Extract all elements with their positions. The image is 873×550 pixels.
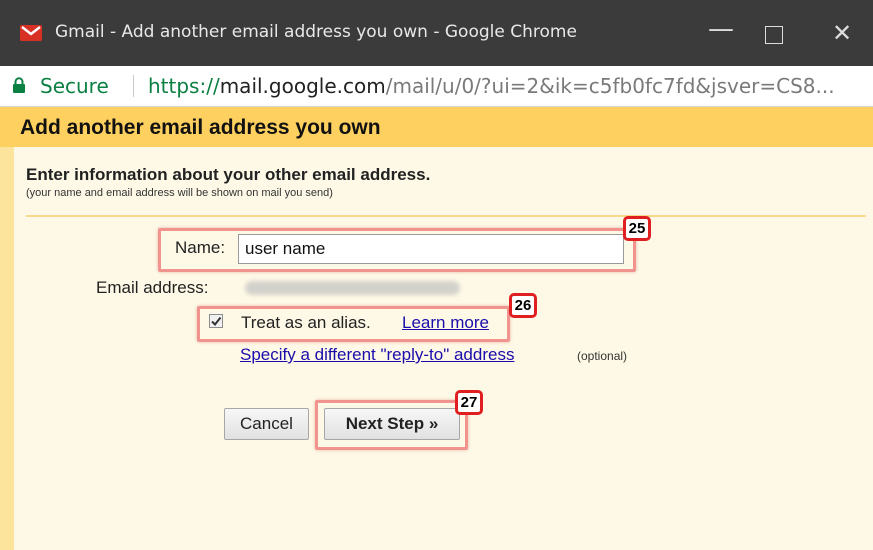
maximize-button[interactable] bbox=[765, 26, 783, 44]
dialog-header: Add another email address you own bbox=[0, 107, 873, 147]
step-badge-26: 26 bbox=[509, 293, 537, 318]
section-divider bbox=[26, 215, 866, 217]
window-title: Gmail - Add another email address you ow… bbox=[55, 22, 577, 42]
close-button[interactable]: ✕ bbox=[832, 19, 852, 47]
intro-subtitle: (your name and email address will be sho… bbox=[26, 187, 333, 199]
cancel-button[interactable]: Cancel bbox=[224, 408, 309, 440]
reply-to-link[interactable]: Specify a different "reply-to" address bbox=[240, 345, 514, 365]
address-separator bbox=[133, 75, 134, 97]
dialog-left-strip bbox=[0, 147, 14, 550]
dialog-title: Add another email address you own bbox=[20, 116, 381, 139]
url-protocol: https:// bbox=[148, 74, 220, 98]
email-value-redacted bbox=[245, 281, 460, 295]
url-text[interactable]: https://mail.google.com/mail/u/0/?ui=2&i… bbox=[148, 74, 835, 98]
highlight-next-step bbox=[315, 400, 468, 450]
step-badge-25: 25 bbox=[623, 216, 651, 241]
highlight-name-field bbox=[158, 228, 636, 272]
email-label: Email address: bbox=[96, 278, 209, 297]
secure-label: Secure bbox=[40, 74, 109, 98]
url-path: /mail/u/0/?ui=2&ik=c5fb0fc7fd&jsver=CS8.… bbox=[385, 74, 835, 98]
lock-icon bbox=[13, 77, 25, 93]
optional-note: (optional) bbox=[577, 349, 628, 363]
highlight-alias-option bbox=[197, 306, 510, 342]
address-bar[interactable]: Secure https://mail.google.com/mail/u/0/… bbox=[0, 66, 873, 107]
gmail-icon bbox=[20, 25, 42, 41]
intro-title: Enter information about your other email… bbox=[26, 165, 431, 184]
url-host: mail.google.com bbox=[219, 74, 386, 98]
minimize-button[interactable]: — bbox=[708, 14, 734, 44]
window-titlebar: Gmail - Add another email address you ow… bbox=[0, 0, 873, 66]
step-badge-27: 27 bbox=[455, 390, 483, 415]
